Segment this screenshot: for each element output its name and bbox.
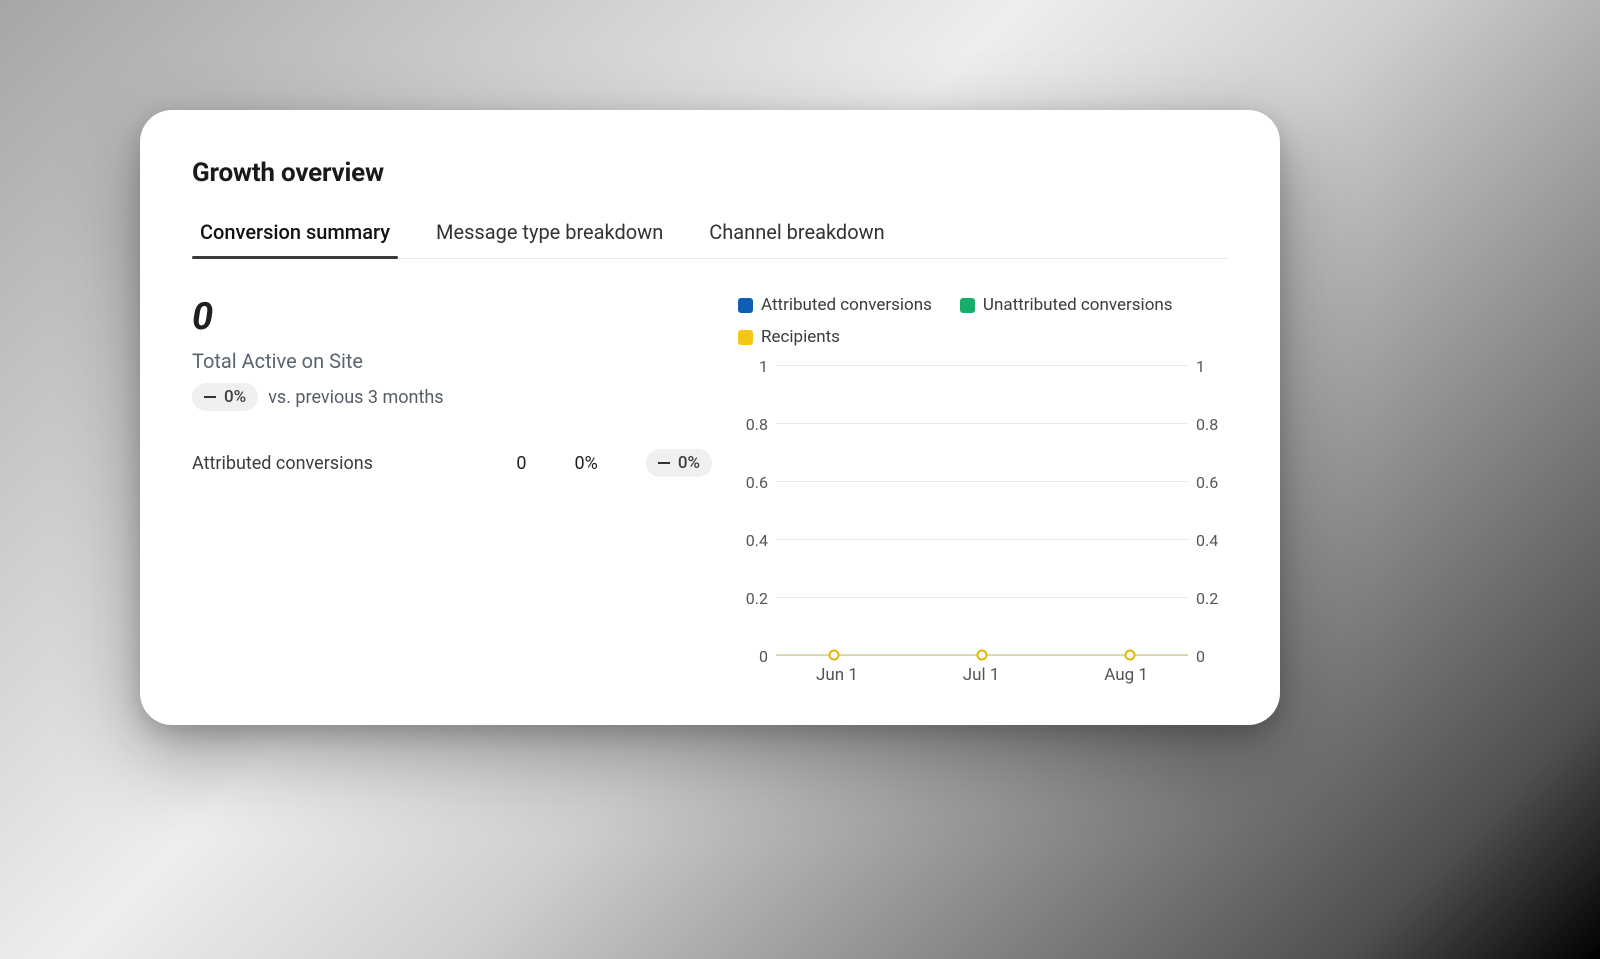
metric-row-attributed: Attributed conversions 0 0% 0% <box>192 449 712 477</box>
data-point <box>828 650 839 661</box>
y-tick-left: 0 <box>736 647 768 666</box>
y-tick-right: 0 <box>1196 647 1228 666</box>
chart-panel: Attributed conversions Unattributed conv… <box>736 295 1228 685</box>
square-icon <box>960 298 975 313</box>
legend-item-attributed[interactable]: Attributed conversions <box>738 295 932 315</box>
flat-trend-icon <box>204 396 216 398</box>
flat-trend-icon <box>658 462 670 464</box>
square-icon <box>738 298 753 313</box>
y-tick-left: 0.6 <box>736 473 768 492</box>
total-label: Total Active on Site <box>192 349 712 373</box>
y-tick-right: 0.4 <box>1196 531 1228 550</box>
tab-channel-breakdown[interactable]: Channel breakdown <box>701 210 892 258</box>
gridline <box>776 597 1188 598</box>
total-delta-value: 0% <box>224 387 246 407</box>
metric-row-label: Attributed conversions <box>192 453 373 474</box>
tab-conversion-summary[interactable]: Conversion summary <box>192 210 398 258</box>
metric-row-value: 0 <box>507 453 527 474</box>
legend-label: Recipients <box>761 327 840 347</box>
summary-panel: 0 Total Active on Site 0% vs. previous 3… <box>192 295 712 685</box>
tab-message-type-breakdown[interactable]: Message type breakdown <box>428 210 671 258</box>
growth-overview-card: Growth overview Conversion summary Messa… <box>140 110 1280 725</box>
metric-row-delta-value: 0% <box>678 453 700 473</box>
data-point <box>1125 650 1136 661</box>
line-chart: 000.20.20.40.40.60.60.80.811 Jun 1Jul 1A… <box>736 365 1228 685</box>
legend-label: Attributed conversions <box>761 295 932 315</box>
y-tick-left: 0.8 <box>736 415 768 434</box>
x-tick: Jul 1 <box>963 665 1000 685</box>
metric-row-percent: 0% <box>575 453 598 474</box>
y-tick-left: 0.2 <box>736 589 768 608</box>
square-icon <box>738 330 753 345</box>
legend-item-recipients[interactable]: Recipients <box>738 327 840 347</box>
legend-label: Unattributed conversions <box>983 295 1173 315</box>
y-tick-right: 1 <box>1196 357 1228 376</box>
gridline <box>776 423 1188 424</box>
y-tick-right: 0.8 <box>1196 415 1228 434</box>
y-tick-right: 0.2 <box>1196 589 1228 608</box>
page-title: Growth overview <box>192 158 1228 188</box>
total-value: 0 <box>192 295 712 339</box>
metric-row-delta-badge: 0% <box>646 449 712 477</box>
data-point <box>977 650 988 661</box>
gridline <box>776 365 1188 366</box>
y-tick-left: 1 <box>736 357 768 376</box>
x-axis: Jun 1 Jul 1 Aug 1 <box>776 665 1188 685</box>
tabs: Conversion summary Message type breakdow… <box>192 210 1228 259</box>
y-tick-left: 0.4 <box>736 531 768 550</box>
compare-text: vs. previous 3 months <box>268 387 443 408</box>
x-tick: Jun 1 <box>816 665 858 685</box>
total-delta-badge: 0% <box>192 383 258 411</box>
gridline <box>776 539 1188 540</box>
chart-legend: Attributed conversions Unattributed conv… <box>736 295 1228 347</box>
x-tick: Aug 1 <box>1104 665 1148 685</box>
y-tick-right: 0.6 <box>1196 473 1228 492</box>
legend-item-unattributed[interactable]: Unattributed conversions <box>960 295 1173 315</box>
gridline <box>776 481 1188 482</box>
